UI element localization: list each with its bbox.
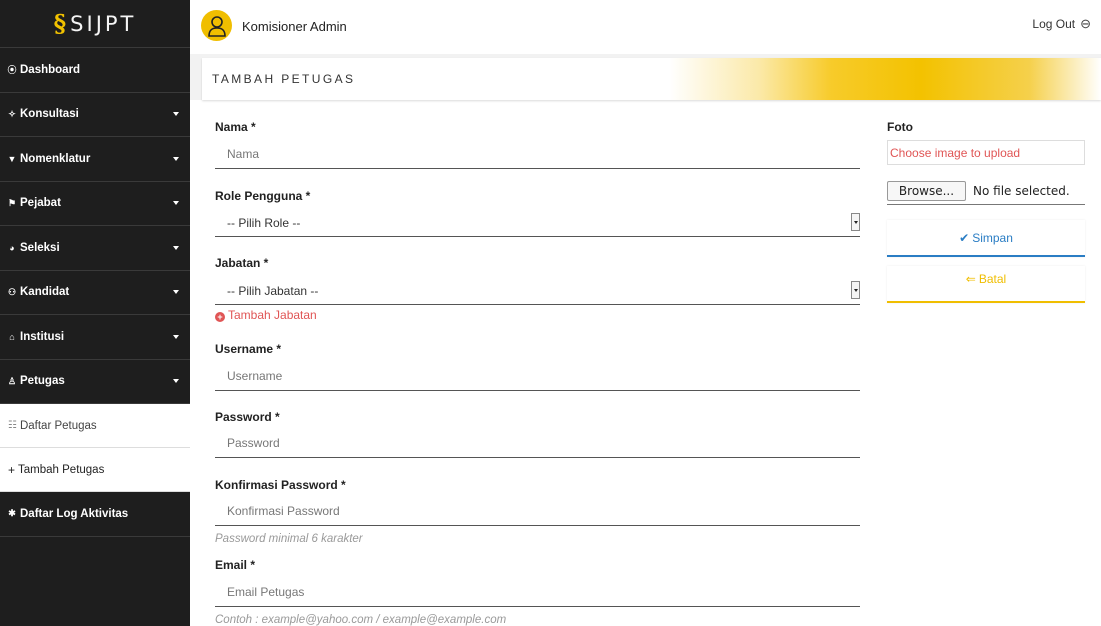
add-jabatan-label: Tambah Jabatan: [228, 308, 317, 322]
sidebar: § SIJPT ⦿ Dashboard ✧ Konsultasi ▼ Nomen…: [0, 0, 190, 626]
sidebar-item-label: Seleksi: [20, 241, 60, 254]
sidebar-item-petugas[interactable]: ♙ Petugas: [0, 360, 190, 404]
foto-placeholder: Choose image to upload: [890, 146, 1021, 160]
pie-chart-icon: ◕: [9, 242, 15, 253]
konfirmasi-password-field[interactable]: Konfirmasi Password: [215, 497, 860, 526]
browse-button[interactable]: Browse...: [887, 181, 966, 201]
nama-placeholder: Nama: [227, 147, 260, 161]
sidebar-subitem-label: Daftar Petugas: [19, 419, 97, 432]
avatar[interactable]: [201, 10, 232, 41]
caret-down-icon: [173, 334, 179, 339]
sidebar-item-label: Petugas: [20, 375, 65, 388]
home-icon: ⌂: [9, 331, 15, 342]
logo-text: SIJPT: [70, 11, 137, 36]
username-label: Username *: [215, 342, 282, 356]
password-placeholder: Password: [227, 436, 280, 450]
logo-mark-icon: §: [53, 9, 67, 38]
sidebar-item-label: Konsultasi: [20, 108, 79, 121]
page-header: TAMBAH PETUGAS: [202, 58, 1101, 100]
password-help-text: Password minimal 6 karakter: [215, 533, 363, 545]
password-label: Password *: [215, 410, 280, 424]
sidebar-item-label: Kandidat: [20, 286, 70, 299]
arrow-left-icon: ⇐: [965, 271, 976, 286]
email-placeholder: Email Petugas: [227, 585, 305, 599]
jabatan-label: Jabatan *: [215, 256, 269, 270]
sidebar-item-label: Dashboard: [20, 63, 81, 76]
sidebar-subitem-daftar-petugas[interactable]: ☷ Daftar Petugas: [0, 404, 190, 448]
file-divider: [887, 204, 1085, 205]
cancel-button[interactable]: ⇐ Batal: [887, 266, 1085, 303]
logout-button[interactable]: Log Out ⊖: [1032, 16, 1091, 32]
form-panel: Nama * Nama Role Pengguna * -- Pilih Rol…: [190, 100, 1101, 626]
caret-down-icon: [173, 201, 179, 206]
save-button-label: Simpan: [972, 230, 1013, 245]
nama-field[interactable]: Nama: [215, 140, 860, 169]
caret-down-icon: [173, 290, 179, 295]
gear-icon: ✱: [8, 508, 16, 519]
role-select[interactable]: -- Pilih Role --: [215, 208, 860, 237]
jabatan-selected-value: -- Pilih Jabatan --: [227, 284, 319, 298]
sidebar-item-kandidat[interactable]: ⚇ Kandidat: [0, 271, 190, 315]
jabatan-select[interactable]: -- Pilih Jabatan --: [215, 276, 860, 305]
sidebar-item-nomenklatur[interactable]: ▼ Nomenklatur: [0, 137, 190, 182]
cancel-button-label: Batal: [978, 271, 1007, 286]
select-arrow-icon: [851, 213, 860, 231]
logout-icon: ⊖: [1080, 16, 1091, 31]
add-jabatan-link[interactable]: + Tambah Jabatan: [215, 308, 317, 322]
check-icon: ✔: [959, 230, 970, 245]
caret-down-icon: [173, 245, 179, 250]
password-field[interactable]: Password: [215, 429, 860, 458]
dashboard-icon: ⦿: [7, 65, 17, 76]
filter-icon: ▼: [7, 153, 17, 164]
konfirmasi-placeholder: Konfirmasi Password: [227, 504, 340, 518]
plus-circle-icon: +: [215, 312, 225, 322]
user-icon: ♙: [7, 375, 17, 386]
sidebar-item-pejabat[interactable]: ⚑ Pejabat: [0, 182, 190, 226]
sidebar-item-log-aktivitas[interactable]: ✱ Daftar Log Aktivitas: [0, 492, 190, 537]
konsultasi-icon: ✧: [8, 108, 16, 119]
users-icon: ⚇: [7, 286, 17, 297]
username-placeholder: Username: [227, 369, 283, 383]
sidebar-item-institusi[interactable]: ⌂ Institusi: [0, 315, 190, 360]
flag-icon: ⚑: [7, 197, 17, 208]
sidebar-item-seleksi[interactable]: ◕ Seleksi: [0, 226, 190, 271]
sidebar-item-label: Pejabat: [20, 197, 61, 210]
email-label: Email *: [215, 558, 256, 572]
role-label: Role Pengguna *: [215, 189, 311, 203]
app-logo[interactable]: § SIJPT: [0, 0, 190, 48]
sidebar-item-konsultasi[interactable]: ✧ Konsultasi: [0, 93, 190, 137]
logout-label: Log Out: [1032, 17, 1076, 31]
save-button[interactable]: ✔ Simpan: [887, 220, 1085, 257]
top-bar: Komisioner Admin Log Out ⊖: [190, 0, 1101, 54]
foto-upload-field[interactable]: Choose image to upload: [887, 140, 1085, 165]
sidebar-subitem-tambah-petugas[interactable]: + Tambah Petugas: [0, 448, 190, 492]
caret-down-icon: [173, 156, 179, 161]
caret-down-icon: [173, 379, 179, 384]
caret-down-icon: [173, 112, 179, 117]
email-field[interactable]: Email Petugas: [215, 578, 860, 607]
plus-icon: +: [8, 462, 16, 477]
page-title: TAMBAH PETUGAS: [212, 72, 356, 86]
file-status: No file selected.: [973, 184, 1070, 198]
sidebar-item-label: Daftar Log Aktivitas: [20, 507, 129, 520]
role-selected-value: -- Pilih Role --: [227, 216, 301, 230]
sidebar-item-label: Institusi: [20, 330, 65, 343]
list-icon: ☷: [8, 420, 17, 431]
foto-label: Foto: [887, 120, 913, 134]
current-user-name: Komisioner Admin: [242, 19, 347, 34]
username-field[interactable]: Username: [215, 362, 860, 391]
user-avatar-icon: [207, 15, 226, 37]
email-help-text: Contoh : example@yahoo.com / example@exa…: [215, 614, 507, 626]
nama-label: Nama *: [215, 120, 256, 134]
select-arrow-icon: [851, 281, 860, 299]
sidebar-item-label: Nomenklatur: [20, 152, 91, 165]
sidebar-item-dashboard[interactable]: ⦿ Dashboard: [0, 48, 190, 93]
konfirmasi-label: Konfirmasi Password *: [215, 478, 346, 492]
sidebar-subitem-label: Tambah Petugas: [18, 463, 105, 476]
